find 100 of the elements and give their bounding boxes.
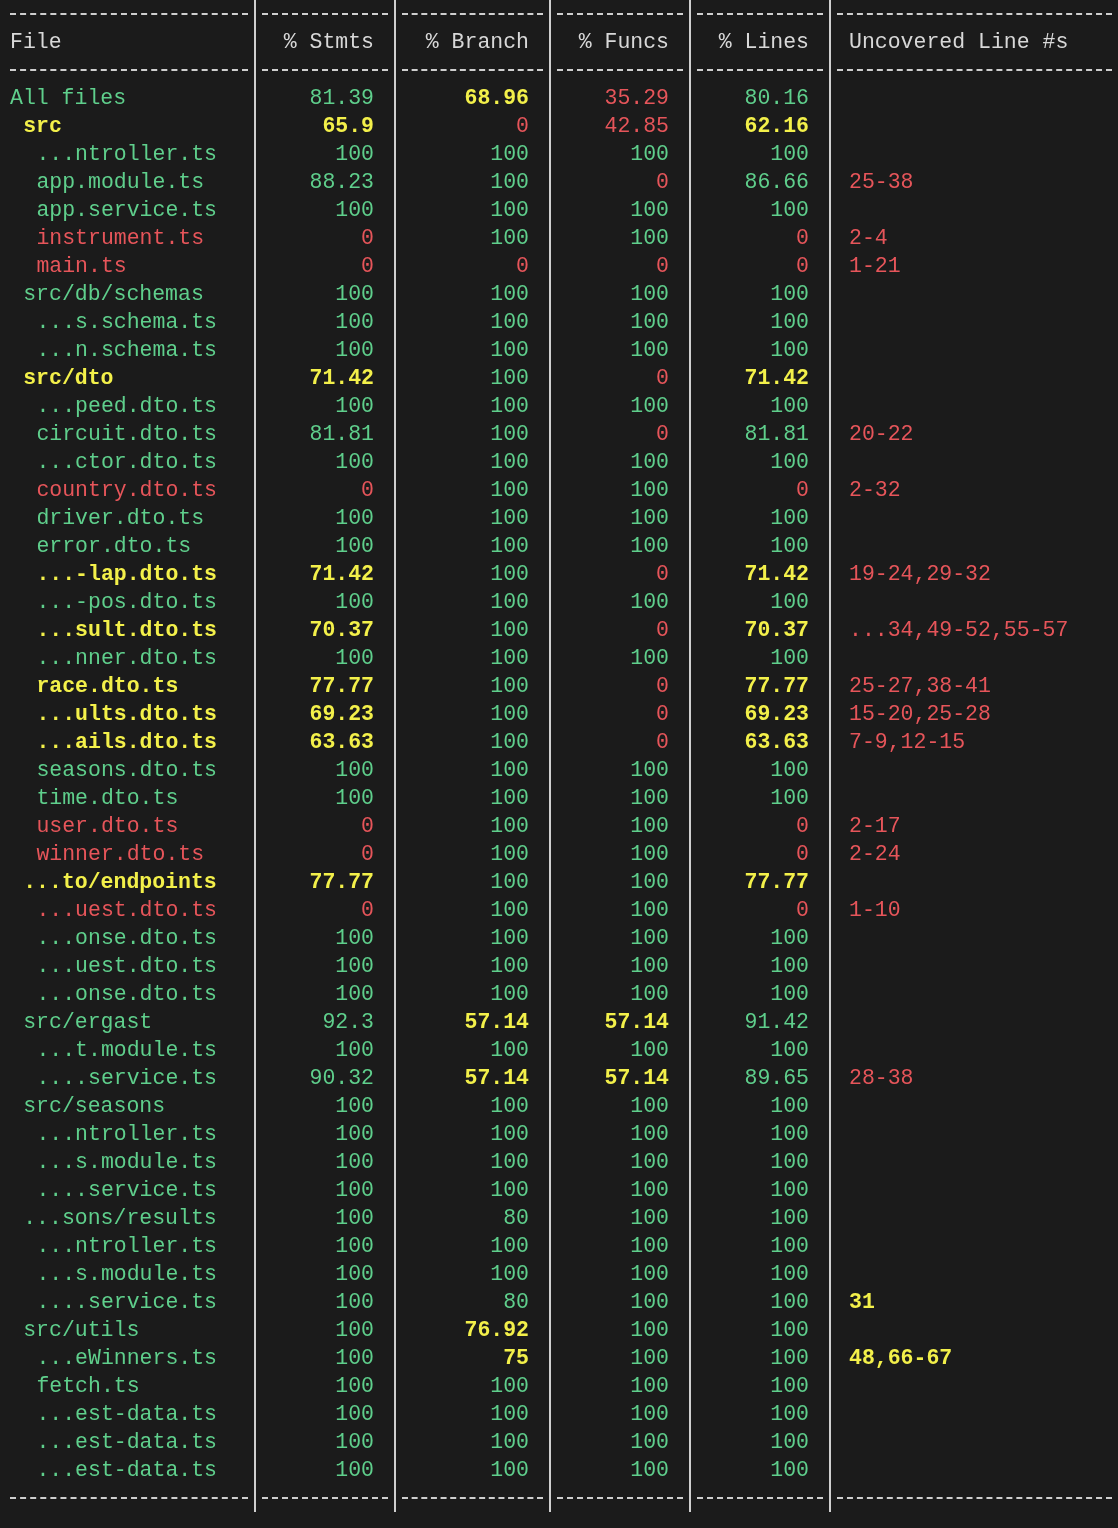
table-cell: 71.42 [744, 365, 809, 391]
table-cell: 100 [490, 673, 529, 699]
file-name: main.ts [36, 253, 127, 279]
table-cell: 100 [770, 1345, 809, 1371]
file-name: fetch.ts [36, 1373, 140, 1399]
table-cell: 100 [630, 1205, 669, 1231]
table-cell: 100 [490, 561, 529, 587]
table-cell: 100 [770, 1401, 809, 1427]
table-cell: 100 [770, 1457, 809, 1483]
table-cell: 100 [335, 1401, 374, 1427]
table-cell: 100 [335, 309, 374, 335]
table-cell: 100 [630, 869, 669, 895]
table-cell: 0 [796, 253, 809, 279]
table-cell: 76.92 [464, 1317, 529, 1343]
table-cell: 100 [335, 1233, 374, 1259]
file-name: ...n.schema.ts [36, 337, 218, 363]
table-cell: 100 [335, 953, 374, 979]
table-cell: 100 [335, 449, 374, 475]
table-cell: 0 [656, 169, 669, 195]
table-cell: 100 [490, 813, 529, 839]
uncovered-lines: 7-9,12-15 [849, 729, 966, 755]
table-cell: 100 [490, 589, 529, 615]
file-name: ...ails.dto.ts [36, 729, 218, 755]
table-cell: 77.77 [744, 869, 809, 895]
file-name: ...eWinners.ts [36, 1345, 218, 1371]
table-cell: 100 [490, 1401, 529, 1427]
table-cell: 100 [490, 337, 529, 363]
table-cell: 100 [630, 505, 669, 531]
table-cell: 63.63 [309, 729, 374, 755]
column-header: % Funcs [578, 29, 669, 55]
file-name: time.dto.ts [36, 785, 179, 811]
table-cell: 100 [630, 141, 669, 167]
table-cell: 100 [770, 1317, 809, 1343]
column-header: % Stmts [283, 29, 374, 55]
table-cell: 100 [770, 281, 809, 307]
table-cell: 0 [656, 253, 669, 279]
table-cell: 100 [335, 981, 374, 1007]
table-cell: 0 [656, 365, 669, 391]
table-cell: 100 [335, 1345, 374, 1371]
table-cell: 100 [490, 197, 529, 223]
table-cell: 86.66 [744, 169, 809, 195]
uncovered-lines: 28-38 [849, 1065, 914, 1091]
table-cell: 100 [335, 337, 374, 363]
table-cell: 0 [796, 813, 809, 839]
table-cell: 100 [630, 1121, 669, 1147]
file-name: ...ults.dto.ts [36, 701, 218, 727]
table-cell: 100 [770, 141, 809, 167]
table-cell: 68.96 [464, 85, 529, 111]
file-name: ...peed.dto.ts [36, 393, 218, 419]
table-cell: 71.42 [309, 561, 374, 587]
column-header: Uncovered Line #s [849, 29, 1069, 55]
table-cell: 0 [361, 477, 374, 503]
table-cell: 100 [335, 785, 374, 811]
table-cell: 42.85 [604, 113, 669, 139]
table-cell: 35.29 [604, 85, 669, 111]
table-cell: 100 [335, 1373, 374, 1399]
file-name: winner.dto.ts [36, 841, 205, 867]
table-cell: 100 [335, 533, 374, 559]
file-name: ...est-data.ts [36, 1401, 218, 1427]
table-cell: 0 [361, 225, 374, 251]
table-cell: 100 [630, 1429, 669, 1455]
uncovered-lines: 20-22 [849, 421, 914, 447]
uncovered-lines: 1-21 [849, 253, 901, 279]
uncovered-lines: 15-20,25-28 [849, 701, 991, 727]
file-name: ...s.module.ts [36, 1149, 218, 1175]
table-cell: 100 [630, 309, 669, 335]
table-cell: 100 [490, 1457, 529, 1483]
file-name: ...est-data.ts [36, 1457, 218, 1483]
table-cell: 69.23 [309, 701, 374, 727]
table-cell: 100 [490, 1261, 529, 1287]
table-cell: 100 [335, 197, 374, 223]
table-cell: 100 [490, 505, 529, 531]
table-cell: 100 [770, 309, 809, 335]
table-cell: 100 [630, 1457, 669, 1483]
table-cell: 100 [490, 1093, 529, 1119]
table-cell: 100 [630, 1093, 669, 1119]
table-cell: 100 [335, 1121, 374, 1147]
table-cell: 100 [335, 1149, 374, 1175]
uncovered-lines: ...34,49-52,55-57 [849, 617, 1069, 643]
file-name: ...ntroller.ts [36, 1233, 218, 1259]
table-cell: 100 [770, 1429, 809, 1455]
table-cell: 57.14 [604, 1009, 669, 1035]
table-cell: 100 [630, 897, 669, 923]
table-cell: 100 [630, 925, 669, 951]
table-cell: 100 [770, 1037, 809, 1063]
table-cell: 100 [335, 589, 374, 615]
uncovered-lines: 19-24,29-32 [849, 561, 991, 587]
table-cell: 100 [630, 1149, 669, 1175]
file-name: ...s.schema.ts [36, 309, 218, 335]
file-name: ...onse.dto.ts [36, 981, 218, 1007]
file-name: src/db/schemas [23, 281, 204, 307]
table-cell: 80.16 [744, 85, 809, 111]
table-cell: 100 [335, 925, 374, 951]
table-cell: 0 [361, 253, 374, 279]
file-name: src/seasons [23, 1093, 166, 1119]
file-name: country.dto.ts [36, 477, 218, 503]
table-cell: 70.37 [309, 617, 374, 643]
table-cell: 100 [630, 1233, 669, 1259]
table-cell: 100 [335, 1177, 374, 1203]
table-cell: 100 [490, 1429, 529, 1455]
